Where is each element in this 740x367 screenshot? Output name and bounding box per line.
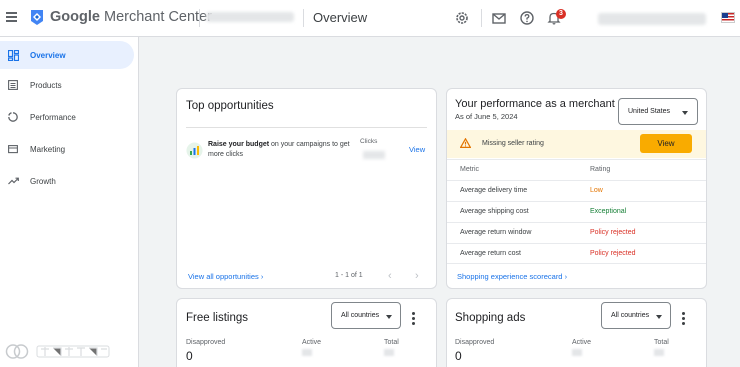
trending-up-icon <box>7 175 19 187</box>
shopping-ads-card: Shopping ads All countries Disapproved 0… <box>446 298 707 367</box>
flag-icon[interactable] <box>721 12 735 23</box>
chevron-left-icon[interactable]: ‹ <box>388 270 392 282</box>
chevron-right-icon[interactable]: › <box>415 270 419 282</box>
card-title: Shopping ads <box>455 312 526 324</box>
card-title: Your performance as a merchant <box>455 98 615 110</box>
total-value <box>654 349 664 356</box>
help-icon[interactable] <box>519 10 535 26</box>
circle-chart-icon <box>7 111 19 123</box>
card-title: Top opportunities <box>186 100 274 112</box>
table-row: Average delivery time Low <box>447 180 706 201</box>
page-title: Overview <box>313 10 368 25</box>
watermark-logo <box>5 344 110 359</box>
total-label: Total <box>384 339 399 346</box>
sidebar-item-products[interactable]: Products <box>0 71 134 99</box>
list-icon <box>7 79 19 91</box>
disapproved-value: 0 <box>186 349 193 363</box>
card-title: Free listings <box>186 312 248 324</box>
dropdown-arrow-icon <box>386 315 392 319</box>
as-of-date: As of June 5, 2024 <box>455 112 518 121</box>
sidebar-item-marketing[interactable]: Marketing <box>0 135 134 163</box>
header-divider <box>303 9 304 27</box>
clicks-value <box>363 151 385 159</box>
gear-icon[interactable] <box>454 10 470 26</box>
sidebar-item-label: Products <box>30 80 62 90</box>
table-header: Metric Rating <box>447 159 706 180</box>
divider <box>186 127 427 128</box>
disapproved-label: Disapproved <box>455 339 495 346</box>
free-listings-card: Free listings All countries Disapproved … <box>176 298 437 367</box>
top-app-bar: Google Merchant Center Overview 3 <box>0 0 740 37</box>
notification-badge: 3 <box>556 9 566 19</box>
opportunity-description: Raise your budget on your campaigns to g… <box>208 141 350 158</box>
mail-icon[interactable] <box>491 10 507 26</box>
merchant-center-logo[interactable] <box>29 9 45 26</box>
country-select[interactable]: All countries <box>331 302 401 329</box>
chevron-right-icon: › <box>260 272 264 281</box>
table-row: Average return cost Policy rejected <box>447 243 706 264</box>
account-switcher[interactable] <box>206 12 294 22</box>
sidebar-item-label: Performance <box>30 112 76 122</box>
table-row: Average shipping cost Exceptional <box>447 201 706 222</box>
active-label: Active <box>572 339 592 346</box>
active-value <box>572 349 582 356</box>
app-title: Google Merchant Center <box>50 9 212 25</box>
alert-banner: Missing seller rating View <box>447 130 706 158</box>
country-select[interactable]: United States <box>618 98 698 125</box>
header-divider <box>481 9 482 27</box>
chart-icon <box>186 142 203 159</box>
clicks-label: Clicks <box>360 138 378 145</box>
more-vert-icon[interactable] <box>682 312 686 327</box>
dropdown-arrow-icon <box>656 315 662 319</box>
more-vert-icon[interactable] <box>412 312 416 327</box>
sidebar-item-label: Marketing <box>30 144 66 154</box>
disapproved-value: 0 <box>455 349 462 363</box>
chevron-right-icon: › <box>564 272 568 281</box>
total-label: Total <box>654 339 669 346</box>
sidebar-item-label: Overview <box>30 50 66 60</box>
dropdown-arrow-icon <box>682 111 688 115</box>
disapproved-label: Disapproved <box>186 339 226 346</box>
view-button[interactable]: View <box>640 134 692 153</box>
sidebar-item-label: Growth <box>30 176 56 186</box>
merchant-performance-card: Your performance as a merchant As of Jun… <box>446 88 707 289</box>
active-label: Active <box>302 339 322 346</box>
sidebar-item-overview[interactable]: Overview <box>0 41 134 69</box>
sidebar-item-growth[interactable]: Growth <box>0 167 134 195</box>
table-row: Average return window Policy rejected <box>447 222 706 243</box>
shopping-experience-scorecard-link[interactable]: Shopping experience scorecard › <box>457 272 567 281</box>
country-select[interactable]: All countries <box>601 302 671 329</box>
active-value <box>302 349 312 356</box>
menu-icon[interactable] <box>6 12 17 22</box>
top-opportunities-card: Top opportunities Raise your budget on y… <box>176 88 437 289</box>
sidebar: Overview Products Performance Marketing … <box>0 37 139 367</box>
pagination-text: 1 - 1 of 1 <box>335 272 363 279</box>
marketing-icon <box>7 143 19 155</box>
total-value <box>384 349 394 356</box>
alert-text: Missing seller rating <box>482 140 544 147</box>
header-divider <box>199 9 200 27</box>
opportunity-view-link[interactable]: View <box>409 145 425 154</box>
warning-icon <box>460 138 471 148</box>
dashboard-icon <box>7 49 19 61</box>
view-all-opportunities-link[interactable]: View all opportunities › <box>188 272 263 281</box>
sidebar-item-performance[interactable]: Performance <box>0 103 134 131</box>
account-email[interactable] <box>598 13 706 25</box>
